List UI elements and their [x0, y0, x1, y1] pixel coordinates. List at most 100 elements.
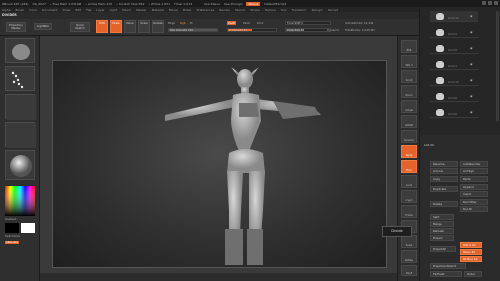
zoom-button[interactable]: Zoom [401, 85, 417, 98]
remesh-button[interactable]: Remesh [430, 228, 454, 234]
subtool-scrollbar[interactable] [496, 11, 499, 121]
menu-transform[interactable]: Transform [292, 8, 307, 12]
dynamic-toggle[interactable]: Dynamic [327, 28, 339, 32]
dist-slider[interactable]: Dist 0.02 [460, 242, 482, 248]
stroke-thumbnail[interactable] [5, 66, 35, 91]
all-high-button[interactable]: All High [460, 168, 488, 174]
menu-marker[interactable]: Marker [136, 8, 146, 12]
projection-master-button[interactable]: Projection Master [6, 22, 26, 32]
subtool-item[interactable]: Armor6 ◉ [430, 91, 478, 102]
persp-button[interactable]: Persp [401, 145, 417, 158]
projection-shell-slider[interactable]: ProjectionShell 0 [430, 263, 466, 269]
rename-button[interactable]: Rename [430, 161, 458, 167]
quick-sketch-button[interactable]: Quick Sketch [70, 22, 90, 32]
menu-layer[interactable]: Layer [96, 8, 104, 12]
mrgb-toggle[interactable]: Mrgb [168, 21, 175, 25]
subtool-item[interactable]: Armor10 ◉ [430, 75, 478, 86]
spix-button[interactable]: SPix 3 [401, 55, 417, 68]
outer-button[interactable]: Outer [464, 271, 482, 277]
canvas-scrollbar[interactable] [40, 273, 397, 281]
scale-button[interactable]: Scale [138, 20, 150, 33]
eye-icon[interactable]: ◉ [470, 14, 474, 18]
rotate-button[interactable]: Rotate [152, 20, 164, 33]
menu-texture[interactable]: Texture [265, 8, 276, 12]
z-intensity-slider[interactable]: Z Intensity 51 [227, 28, 277, 32]
eye-icon[interactable]: ◉ [470, 30, 474, 34]
menu-render[interactable]: Render [219, 8, 230, 12]
zcut-toggle[interactable]: Zcut [257, 21, 263, 25]
project-all-button[interactable]: ProjectAll [430, 246, 456, 252]
eye-icon[interactable]: ◉ [470, 62, 474, 66]
eye-icon[interactable]: ◉ [470, 46, 474, 50]
duplicate-button[interactable]: Duplicate [430, 186, 458, 192]
primary-color-swatch[interactable] [21, 223, 35, 233]
alpha-thumbnail[interactable] [5, 94, 36, 120]
menu-edit[interactable]: Edit [75, 8, 81, 12]
menu-zscript[interactable]: Zscript [328, 8, 338, 12]
draw-size-slider[interactable]: Draw Size 52 [285, 28, 331, 32]
insert-button[interactable]: Insert [460, 191, 488, 197]
switch-color-label[interactable]: SwitchColor [5, 235, 20, 238]
viewport-canvas[interactable] [52, 60, 387, 268]
material-thumbnail[interactable] [5, 150, 35, 180]
menu-brush[interactable]: Brush [16, 8, 25, 12]
copy-button[interactable]: Copy [430, 176, 458, 182]
lsym-button[interactable]: L.Sym [401, 190, 417, 203]
alternate-button[interactable]: Alternate [5, 241, 19, 244]
menu-color[interactable]: Color [29, 8, 37, 12]
menu-file[interactable]: File [86, 8, 91, 12]
subtool-item[interactable]: Armor4 ◉ [430, 59, 478, 70]
merge-button[interactable]: Merge [430, 221, 454, 227]
zsub-toggle[interactable]: Zsub [243, 21, 250, 25]
gradient-label[interactable]: Gradient [5, 218, 16, 221]
subtool-item[interactable]: Armor10 ◉ [430, 11, 478, 22]
auto-reorder-button[interactable]: AutoReorder [460, 161, 488, 167]
scroll-button[interactable]: Scroll [401, 70, 417, 83]
move-button[interactable]: Move [124, 20, 136, 33]
menu-light[interactable]: Light [110, 8, 118, 12]
menu-stencil[interactable]: Stencil [235, 8, 245, 12]
del-all-button[interactable]: Del All [460, 206, 488, 212]
eye-icon[interactable]: ◉ [470, 78, 474, 82]
eye-icon[interactable]: ◉ [470, 110, 474, 114]
bpr-button[interactable]: BPR [401, 40, 417, 53]
farthest-button[interactable]: Farthest [430, 271, 462, 277]
zadd-toggle[interactable]: Zadd [227, 21, 237, 25]
rgb-intensity-slider[interactable]: Rgb Intensity 100 [168, 28, 218, 32]
focal-shift-slider[interactable]: Focal Shift 0 [285, 21, 331, 25]
aahalf-button[interactable]: AAHalf [401, 115, 417, 128]
floor-button[interactable]: Floor [401, 160, 417, 173]
del-other-button[interactable]: Del Other [460, 199, 488, 205]
rotate-view-button[interactable]: Rotate [401, 250, 417, 263]
local-button[interactable]: Local [401, 175, 417, 188]
pa-blur-slider[interactable]: PA Blur 10 [460, 256, 482, 262]
menu-document[interactable]: Document [42, 8, 58, 12]
menu-movie[interactable]: Movie [169, 8, 178, 12]
brush-thumbnail[interactable] [5, 38, 35, 63]
menu-picker[interactable]: Picker [183, 8, 192, 12]
close-icon[interactable] [494, 1, 498, 5]
actual-button[interactable]: Actual [401, 100, 417, 113]
menus-button[interactable]: Menus [246, 1, 261, 6]
menu-macro[interactable]: Macro [122, 8, 131, 12]
subtool-item[interactable]: Armor6 ◉ [430, 107, 478, 118]
append-button[interactable]: Append [460, 184, 488, 190]
menu-draw[interactable]: Draw [63, 8, 71, 12]
subtool-item[interactable]: Armor8 ◉ [430, 43, 478, 54]
dynamic-button[interactable]: Dynamic [401, 130, 417, 143]
project-button[interactable]: Project [430, 235, 454, 241]
menu-material[interactable]: Material [152, 8, 164, 12]
menu-zplugin[interactable]: Zplugin [311, 8, 322, 12]
menu-stroke[interactable]: Stroke [250, 8, 260, 12]
menu-preferences[interactable]: Preferences [197, 8, 215, 12]
edit-button[interactable]: Edit [96, 20, 108, 33]
texture-thumbnail[interactable] [5, 122, 36, 148]
secondary-color-swatch[interactable] [5, 223, 19, 233]
frame-button[interactable]: Frame [401, 205, 417, 218]
mean-slider[interactable]: Mean 25 [460, 249, 482, 255]
subtool-item[interactable]: Armor9 ◉ [430, 27, 478, 38]
script-name[interactable]: DefaultZScript [264, 2, 286, 6]
paste-button[interactable]: Paste [460, 176, 488, 182]
color-picker[interactable] [5, 186, 35, 216]
list-all-button[interactable]: List All [424, 143, 434, 147]
